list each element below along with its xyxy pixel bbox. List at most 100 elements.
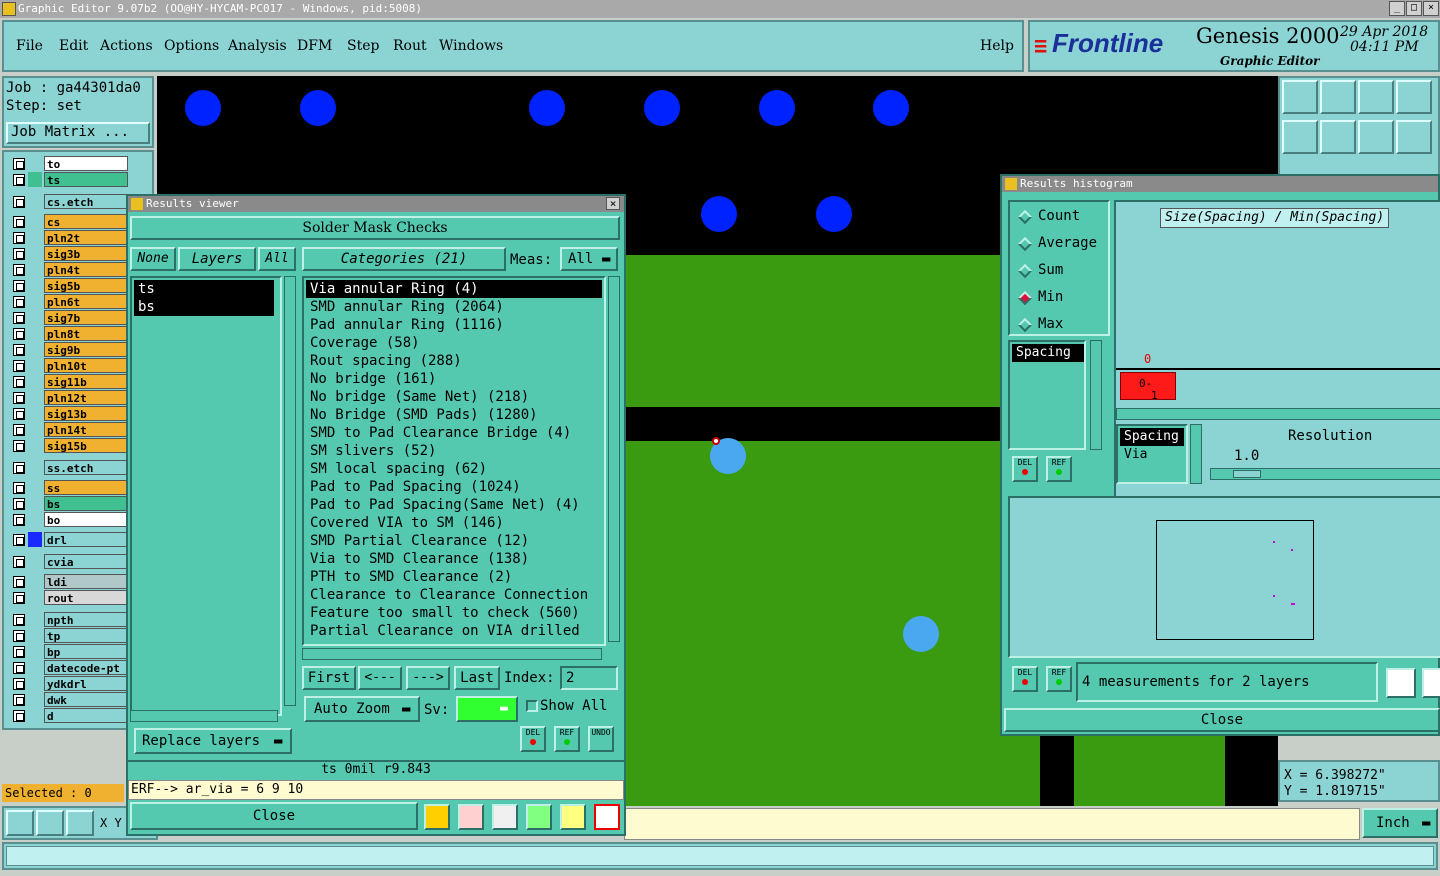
layer-row-pln10t[interactable]: pln10t — [10, 358, 128, 373]
layer-checkbox[interactable] — [13, 514, 25, 526]
layer-checkbox[interactable] — [13, 424, 25, 436]
close-icon[interactable]: × — [606, 197, 620, 210]
category-item[interactable]: Coverage (58) — [306, 334, 602, 352]
zoom-home-icon[interactable] — [1282, 80, 1318, 114]
layer-row-sig3b[interactable]: sig3b — [10, 246, 128, 261]
replace-layers-dropdown[interactable]: Replace layers ▬ — [134, 728, 292, 754]
layer-checkbox[interactable] — [13, 360, 25, 372]
layer-row-pln4t[interactable]: pln4t — [10, 262, 128, 277]
result-layer-item[interactable]: bs — [134, 298, 274, 316]
last-button[interactable]: Last — [454, 666, 500, 690]
categories-scrollbar[interactable] — [608, 276, 620, 642]
layer-row-sig11b[interactable]: sig11b — [10, 374, 128, 389]
layer-checkbox[interactable] — [13, 498, 25, 510]
pan-left-icon[interactable] — [1282, 120, 1318, 154]
home-icon[interactable] — [1358, 80, 1394, 114]
del-button[interactable]: DEL — [520, 726, 546, 752]
menu-options[interactable]: Options — [164, 38, 219, 54]
maximize-button[interactable]: □ — [1406, 1, 1422, 16]
resolution-slider[interactable] — [1210, 468, 1440, 480]
layer-row-bo[interactable]: bo — [10, 512, 128, 527]
list-icon[interactable] — [560, 804, 586, 830]
ref-cross-icon[interactable] — [492, 804, 518, 830]
measure-list[interactable]: Spacing Via — [1116, 424, 1188, 484]
layer-checkbox[interactable] — [13, 614, 25, 626]
layer-row-cs[interactable]: cs — [10, 214, 128, 229]
summary-del-button[interactable]: DEL — [1012, 666, 1038, 692]
undo-button[interactable]: UNDO — [588, 726, 614, 752]
stat-option-count[interactable]: Count — [1014, 206, 1106, 228]
layer-row-ldi[interactable]: ldi — [10, 574, 128, 589]
snap-icon[interactable] — [36, 810, 64, 836]
layer-checkbox[interactable] — [13, 534, 25, 546]
close-window-button[interactable]: × — [1423, 1, 1439, 16]
stat-option-max[interactable]: Max — [1014, 314, 1106, 336]
job-matrix-button[interactable]: Job Matrix ... — [6, 122, 150, 144]
layer-row-pln8t[interactable]: pln8t — [10, 326, 128, 341]
category-item[interactable]: SMD to Pad Clearance Bridge (4) — [306, 424, 602, 442]
result-layer-item[interactable]: ts — [134, 280, 274, 298]
histogram-icon[interactable] — [594, 804, 620, 830]
layer-row-rout[interactable]: rout — [10, 590, 128, 605]
layer-checkbox[interactable] — [13, 440, 25, 452]
category-item[interactable]: PTH to SMD Clearance (2) — [306, 568, 602, 586]
layer-row-cs-etch[interactable]: cs.etch — [10, 194, 128, 209]
category-item[interactable]: SMD Partial Clearance (12) — [306, 532, 602, 550]
measure-list-scrollbar[interactable] — [1190, 424, 1202, 484]
previous-button[interactable]: <--- — [358, 666, 402, 690]
category-item[interactable]: No Bridge (SMD Pads) (1280) — [306, 406, 602, 424]
layer-checkbox[interactable] — [13, 174, 25, 186]
layer-row-datecode-pt[interactable]: datecode-pt — [10, 660, 128, 675]
show-all-checkbox[interactable] — [526, 700, 538, 712]
menu-windows[interactable]: Windows — [439, 38, 503, 54]
layer-row-ydkdrl[interactable]: ydkdrl — [10, 676, 128, 691]
layer-checkbox[interactable] — [13, 328, 25, 340]
menu-file[interactable]: File — [16, 38, 43, 54]
ref-button[interactable]: REF — [554, 726, 580, 752]
categories-list[interactable]: Via annular Ring (4) SMD annular Ring (20… — [302, 276, 606, 646]
category-item[interactable]: Via to SMD Clearance (138) — [306, 550, 602, 568]
layer-checkbox[interactable] — [13, 312, 25, 324]
layer-checkbox[interactable] — [13, 556, 25, 568]
stat-option-average[interactable]: Average — [1014, 233, 1106, 255]
index-input[interactable]: 2 — [560, 666, 618, 690]
route-icon[interactable] — [1396, 120, 1432, 154]
layer-row-pln2t[interactable]: pln2t — [10, 230, 128, 245]
export-alt-icon[interactable] — [1422, 668, 1440, 698]
layers-scrollbar[interactable] — [284, 276, 296, 706]
layer-checkbox[interactable] — [13, 662, 25, 674]
measure-item[interactable]: Spacing — [1120, 428, 1184, 446]
export-icon[interactable] — [1386, 668, 1416, 698]
category-item[interactable]: Pad to Pad Spacing (1024) — [306, 478, 602, 496]
histogram-del-button[interactable]: DEL — [1012, 456, 1038, 482]
meas-dropdown[interactable]: All ▬ — [560, 247, 618, 271]
layer-row-pln14t[interactable]: pln14t — [10, 422, 128, 437]
measure-icon[interactable] — [6, 810, 34, 836]
first-button[interactable]: First — [302, 666, 356, 690]
layer-checkbox[interactable] — [13, 296, 25, 308]
menu-rout[interactable]: Rout — [393, 38, 427, 54]
result-marker[interactable] — [712, 437, 720, 445]
layer-checkbox[interactable] — [13, 232, 25, 244]
layer-row-sig13b[interactable]: sig13b — [10, 406, 128, 421]
measure-item[interactable]: Via — [1120, 446, 1184, 464]
category-item[interactable]: No bridge (161) — [306, 370, 602, 388]
layer-row-dwk[interactable]: dwk — [10, 692, 128, 707]
category-item[interactable]: Via annular Ring (4) — [306, 280, 602, 298]
histogram-close-button[interactable]: Close — [1004, 708, 1440, 732]
layer-row-d[interactable]: d — [10, 708, 128, 723]
layer-checkbox[interactable] — [13, 196, 25, 208]
layer-row-ts[interactable]: ts — [10, 172, 128, 187]
grid-icon[interactable] — [66, 810, 94, 836]
layer-row-sig9b[interactable]: sig9b — [10, 342, 128, 357]
layer-checkbox[interactable] — [13, 576, 25, 588]
menu-analysis[interactable]: Analysis — [228, 38, 287, 54]
layer-checkbox[interactable] — [13, 280, 25, 292]
layer-checkbox[interactable] — [13, 710, 25, 722]
menu-dfm[interactable]: DFM — [297, 38, 332, 54]
histogram-bar[interactable]: 0- 1 — [1120, 372, 1176, 402]
stat-option-min[interactable]: Min — [1014, 287, 1106, 309]
bar-chart-icon[interactable] — [424, 804, 450, 830]
category-item[interactable]: Rout spacing (288) — [306, 352, 602, 370]
category-item[interactable]: Clearance to Clearance Connection — [306, 586, 602, 604]
